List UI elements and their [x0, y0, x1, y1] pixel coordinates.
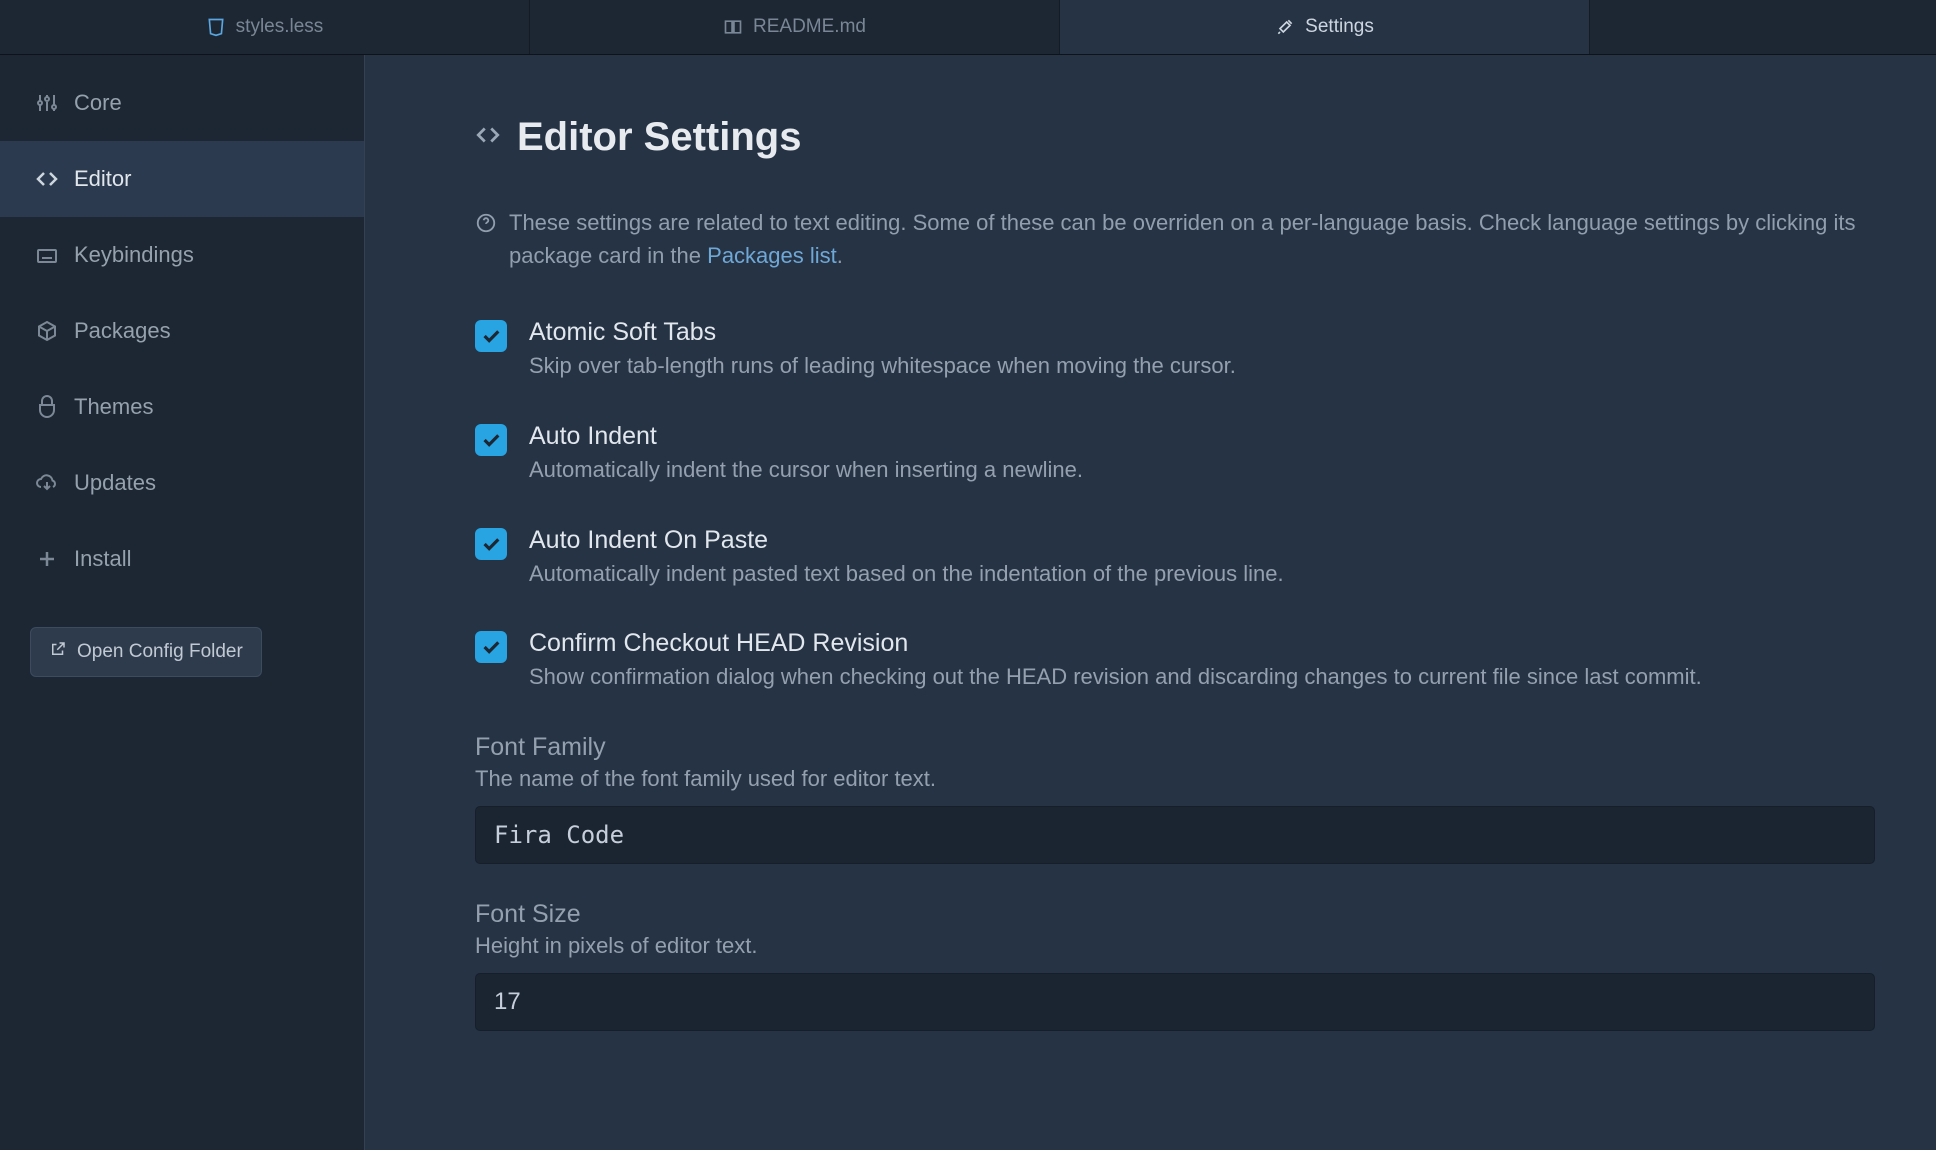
tab-label: README.md	[753, 16, 866, 38]
tab-label: styles.less	[236, 16, 324, 38]
sidebar-item-keybindings[interactable]: Keybindings	[0, 217, 364, 293]
font-size-input[interactable]	[475, 973, 1875, 1031]
setting-auto-indent: Auto Indent Automatically indent the cur…	[475, 422, 1875, 486]
css-file-icon	[206, 17, 226, 37]
external-link-icon	[49, 640, 67, 664]
field-desc: The name of the font family used for edi…	[475, 766, 1875, 792]
sidebar-item-editor[interactable]: Editor	[0, 141, 364, 217]
tab-settings[interactable]: Settings	[1060, 0, 1590, 54]
setting-confirm-checkout-head: Confirm Checkout HEAD Revision Show conf…	[475, 629, 1875, 693]
tab-readme-md[interactable]: README.md	[530, 0, 1060, 54]
settings-sidebar: Core Editor Keybindings Packages Themes	[0, 55, 365, 1150]
checkbox-atomic-soft-tabs[interactable]	[475, 320, 507, 352]
field-font-family: Font Family The name of the font family …	[475, 733, 1875, 864]
setting-desc: Skip over tab-length runs of leading whi…	[529, 351, 1875, 382]
question-icon	[475, 210, 497, 243]
checkbox-confirm-checkout-head[interactable]	[475, 631, 507, 663]
note-text-suffix: .	[837, 243, 843, 268]
tab-label: Settings	[1305, 16, 1374, 38]
field-desc: Height in pixels of editor text.	[475, 933, 1875, 959]
tab-styles-less[interactable]: styles.less	[0, 0, 530, 54]
sidebar-item-label: Updates	[74, 470, 156, 496]
setting-desc: Automatically indent pasted text based o…	[529, 559, 1875, 590]
paint-bucket-icon	[34, 394, 60, 420]
settings-main: Editor Settings These settings are relat…	[365, 55, 1936, 1150]
setting-auto-indent-on-paste: Auto Indent On Paste Automatically inden…	[475, 526, 1875, 590]
button-label: Open Config Folder	[77, 641, 243, 663]
packages-list-link[interactable]: Packages list	[707, 243, 837, 268]
setting-label: Confirm Checkout HEAD Revision	[529, 629, 1875, 658]
sidebar-item-packages[interactable]: Packages	[0, 293, 364, 369]
keyboard-icon	[34, 242, 60, 268]
package-icon	[34, 318, 60, 344]
code-icon	[34, 166, 60, 192]
sidebar-item-label: Editor	[74, 166, 131, 192]
book-icon	[723, 17, 743, 37]
field-font-size: Font Size Height in pixels of editor tex…	[475, 900, 1875, 1031]
code-icon	[475, 122, 501, 154]
sidebar-item-core[interactable]: Core	[0, 65, 364, 141]
setting-atomic-soft-tabs: Atomic Soft Tabs Skip over tab-length ru…	[475, 318, 1875, 382]
page-title: Editor Settings	[517, 115, 801, 160]
setting-desc: Show confirmation dialog when checking o…	[529, 662, 1875, 693]
font-family-input[interactable]	[475, 806, 1875, 864]
checkbox-auto-indent-on-paste[interactable]	[475, 528, 507, 560]
setting-label: Auto Indent On Paste	[529, 526, 1875, 555]
setting-label: Atomic Soft Tabs	[529, 318, 1875, 347]
field-label: Font Family	[475, 733, 1875, 762]
sidebar-item-install[interactable]: Install	[0, 521, 364, 597]
cloud-download-icon	[34, 470, 60, 496]
sliders-icon	[34, 90, 60, 116]
setting-desc: Automatically indent the cursor when ins…	[529, 455, 1875, 486]
tools-icon	[1275, 17, 1295, 37]
sidebar-item-label: Packages	[74, 318, 171, 344]
setting-label: Auto Indent	[529, 422, 1875, 451]
sidebar-item-label: Themes	[74, 394, 153, 420]
field-label: Font Size	[475, 900, 1875, 929]
plus-icon	[34, 546, 60, 572]
settings-note: These settings are related to text editi…	[475, 206, 1875, 272]
sidebar-item-label: Core	[74, 90, 122, 116]
tab-bar: styles.less README.md Settings	[0, 0, 1936, 55]
sidebar-item-themes[interactable]: Themes	[0, 369, 364, 445]
open-config-folder-button[interactable]: Open Config Folder	[30, 627, 262, 677]
sidebar-item-label: Install	[74, 546, 131, 572]
sidebar-item-updates[interactable]: Updates	[0, 445, 364, 521]
checkbox-auto-indent[interactable]	[475, 424, 507, 456]
sidebar-item-label: Keybindings	[74, 242, 194, 268]
